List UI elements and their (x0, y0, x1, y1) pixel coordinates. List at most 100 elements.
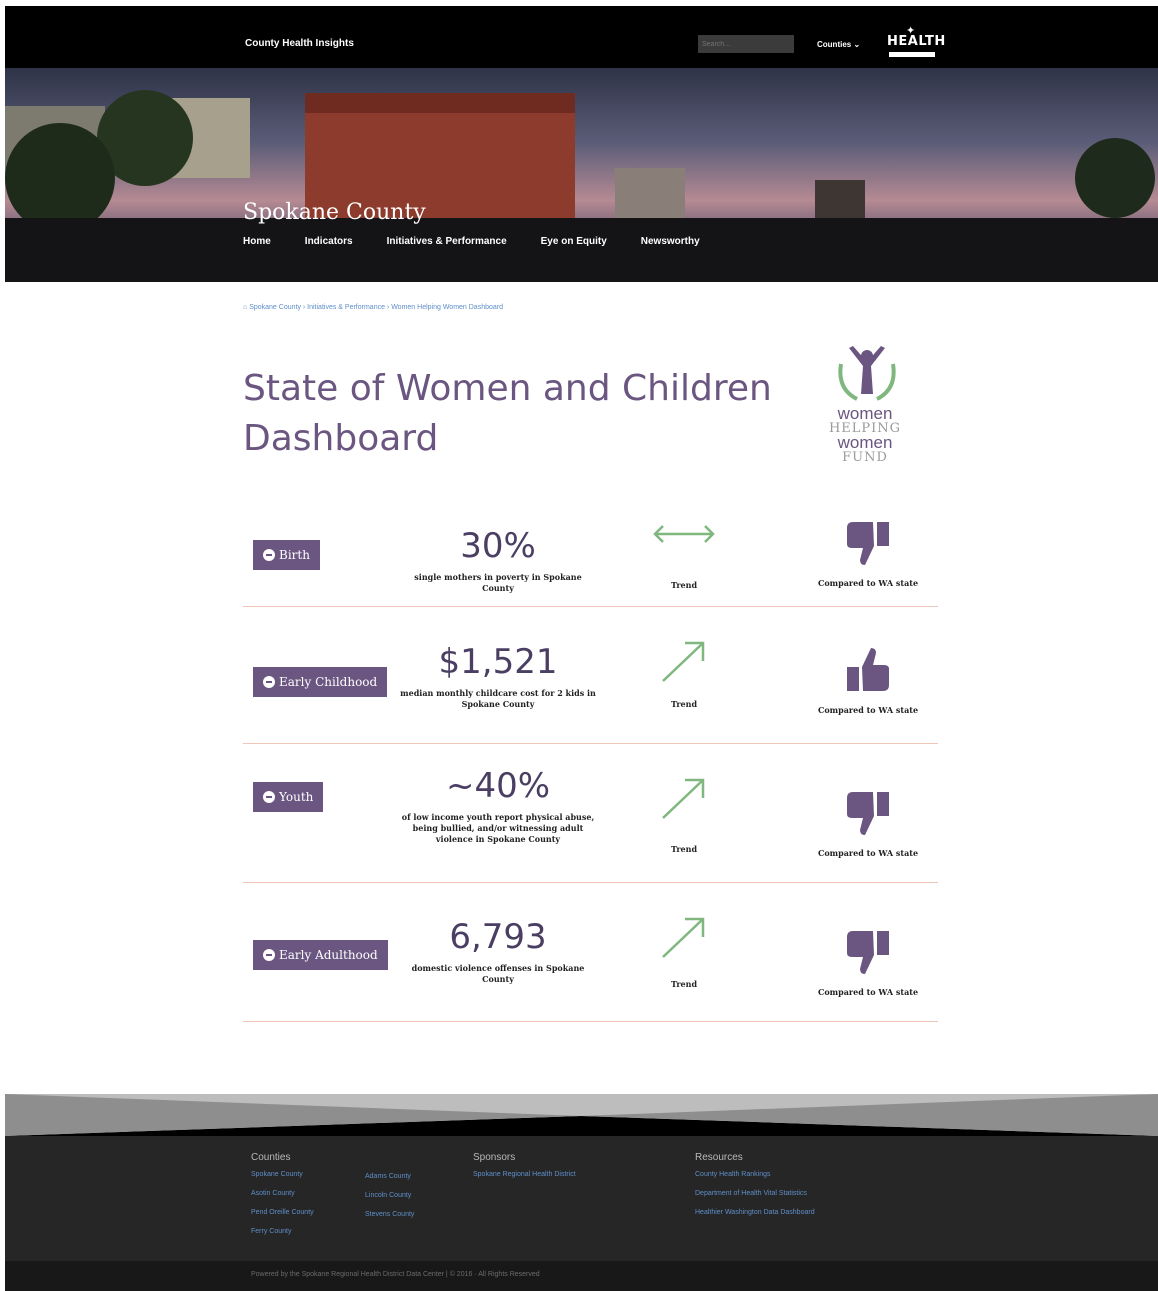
page: County Health Insights Counties ⌄ HEALTH… (5, 6, 1158, 1291)
top-bar: County Health Insights Counties ⌄ HEALTH… (5, 6, 1158, 68)
footer-heading: Resources (695, 1152, 743, 1163)
up-trend-arrow-icon (662, 778, 705, 819)
thumbs-down-icon (847, 522, 889, 565)
raised-arms-figure-icon (838, 346, 896, 401)
footer: Counties Spokane County Asotin County Pe… (5, 1136, 1158, 1261)
logo-line-women-2: women (837, 433, 893, 452)
birth-button[interactable]: Birth (253, 540, 320, 570)
dashboard-row-youth: Youth ~40% of low income youth report ph… (243, 744, 938, 883)
button-label: Youth (279, 790, 314, 804)
dashboard-row-early-adulthood: Early Adulthood 6,793 domestic violence … (243, 883, 938, 1022)
metric-value: $1,521 (438, 642, 558, 682)
footer-link[interactable]: Adams County (365, 1173, 414, 1180)
footer-link[interactable]: Pend Oreille County (251, 1209, 314, 1216)
trend-label: Trend (670, 699, 698, 709)
hero-banner: Spokane County Home Indicators Initiativ… (5, 68, 1158, 282)
chevron-down-icon: ⌄ (853, 40, 861, 49)
logo-line-women: women (837, 404, 893, 423)
trend-label: Trend (670, 580, 698, 590)
early-adulthood-button[interactable]: Early Adulthood (253, 940, 388, 970)
copyright-bar: Powered by the Spokane Regional Health D… (5, 1261, 1158, 1291)
thumbs-up-icon (847, 648, 889, 691)
trend-birth: Trend (641, 522, 727, 590)
compare-label: Compared to WA state (817, 987, 919, 997)
metric-description: of low income youth report physical abus… (401, 812, 595, 844)
main-nav: Home Indicators Initiatives & Performanc… (243, 236, 734, 247)
dashboard-row-birth: Birth 30% single mothers in poverty in S… (243, 496, 938, 607)
footer-link[interactable]: Department of Health Vital Statistics (695, 1190, 815, 1197)
footer-sponsors: Sponsors Spokane Regional Health Distric… (473, 1152, 576, 1190)
thumbs-down-icon (847, 931, 889, 974)
trend-youth: Trend (641, 776, 727, 854)
breadcrumb-text[interactable]: Spokane County › Initiatives & Performan… (249, 304, 503, 311)
nav-eye-on-equity[interactable]: Eye on Equity (541, 236, 607, 247)
metric-value: 30% (460, 526, 536, 566)
footer-link[interactable]: Healthier Washington Data Dashboard (695, 1209, 815, 1216)
footer-heading: Sponsors (473, 1152, 516, 1163)
metric-youth: ~40% of low income youth report physical… (398, 766, 598, 845)
footer-counties-2: Adams County Lincoln County Stevens Coun… (365, 1173, 414, 1230)
nav-newsworthy[interactable]: Newsworthy (641, 236, 700, 247)
women-helping-women-logo: women HELPING women FUND (810, 344, 920, 469)
button-label: Early Adulthood (279, 948, 378, 962)
footer-link[interactable]: County Health Rankings (695, 1171, 815, 1178)
metric-description: domestic violence offenses in Spokane Co… (411, 963, 585, 984)
compare-youth: Compared to WA state (813, 788, 923, 858)
metric-value: 6,793 (449, 917, 547, 957)
thumbs-down-icon (847, 792, 889, 835)
minus-circle-icon (263, 676, 275, 688)
skyline-image (5, 90, 1158, 282)
flat-trend-arrow-icon (653, 525, 715, 543)
logo-bar (889, 52, 935, 57)
footer-link[interactable]: Stevens County (365, 1211, 414, 1218)
compare-label: Compared to WA state (817, 705, 919, 715)
county-title: Spokane County (243, 200, 426, 225)
youth-button[interactable]: Youth (253, 782, 324, 812)
nav-home[interactable]: Home (243, 236, 271, 247)
metric-early-adulthood: 6,793 domestic violence offenses in Spok… (398, 917, 598, 985)
search-input[interactable] (698, 35, 794, 53)
trend-label: Trend (670, 979, 698, 989)
early-childhood-button[interactable]: Early Childhood (253, 667, 388, 697)
footer-link[interactable]: Spokane Regional Health District (473, 1171, 576, 1178)
compare-early-adulthood: Compared to WA state (813, 927, 923, 997)
compare-label: Compared to WA state (817, 578, 919, 588)
compare-early-childhood: Compared to WA state (813, 645, 923, 715)
dashboard-row-early-childhood: Early Childhood $1,521 median monthly ch… (243, 607, 938, 744)
page-title: State of Women and Children Dashboard (243, 368, 772, 459)
metric-description: single mothers in poverty in Spokane Cou… (414, 572, 582, 593)
trend-label: Trend (670, 844, 698, 854)
nav-indicators[interactable]: Indicators (305, 236, 353, 247)
logo-text: HEALTH (887, 34, 946, 49)
footer-link[interactable]: Asotin County (251, 1190, 314, 1197)
minus-circle-icon (263, 949, 275, 961)
metric-description: median monthly childcare cost for 2 kids… (400, 688, 596, 709)
logo-line-fund: FUND (842, 450, 888, 465)
metric-birth: 30% single mothers in poverty in Spokane… (398, 526, 598, 594)
up-trend-arrow-icon (662, 917, 705, 958)
button-label: Birth (279, 548, 310, 562)
footer-link[interactable]: Spokane County (251, 1171, 314, 1178)
metric-early-childhood: $1,521 median monthly childcare cost for… (398, 642, 598, 710)
counties-dropdown[interactable]: Counties ⌄ (817, 40, 860, 49)
minus-circle-icon (263, 549, 275, 561)
counties-label: Counties (817, 40, 852, 49)
trend-early-adulthood: Trend (641, 915, 727, 989)
breadcrumb[interactable]: ⌂ Spokane County › Initiatives & Perform… (243, 304, 503, 311)
trend-early-childhood: Trend (641, 639, 727, 709)
person-icon: ✦ (906, 25, 916, 37)
metric-value: ~40% (445, 766, 551, 806)
health-logo[interactable]: HEALTH ✦ (887, 25, 945, 62)
footer-link[interactable]: Lincoln County (365, 1192, 414, 1199)
compare-birth: Compared to WA state (813, 518, 923, 588)
footer-counties: Counties Spokane County Asotin County Pe… (251, 1152, 314, 1247)
nav-initiatives[interactable]: Initiatives & Performance (387, 236, 507, 247)
site-brand[interactable]: County Health Insights (245, 38, 354, 49)
minus-circle-icon (263, 791, 275, 803)
copyright-text: Powered by the Spokane Regional Health D… (251, 1271, 540, 1278)
button-label: Early Childhood (279, 675, 378, 689)
dashboard-rows: Birth 30% single mothers in poverty in S… (243, 496, 938, 1022)
footer-heading: Counties (251, 1152, 291, 1163)
footer-link[interactable]: Ferry County (251, 1228, 314, 1235)
footer-resources: Resources County Health Rankings Departm… (695, 1152, 815, 1228)
